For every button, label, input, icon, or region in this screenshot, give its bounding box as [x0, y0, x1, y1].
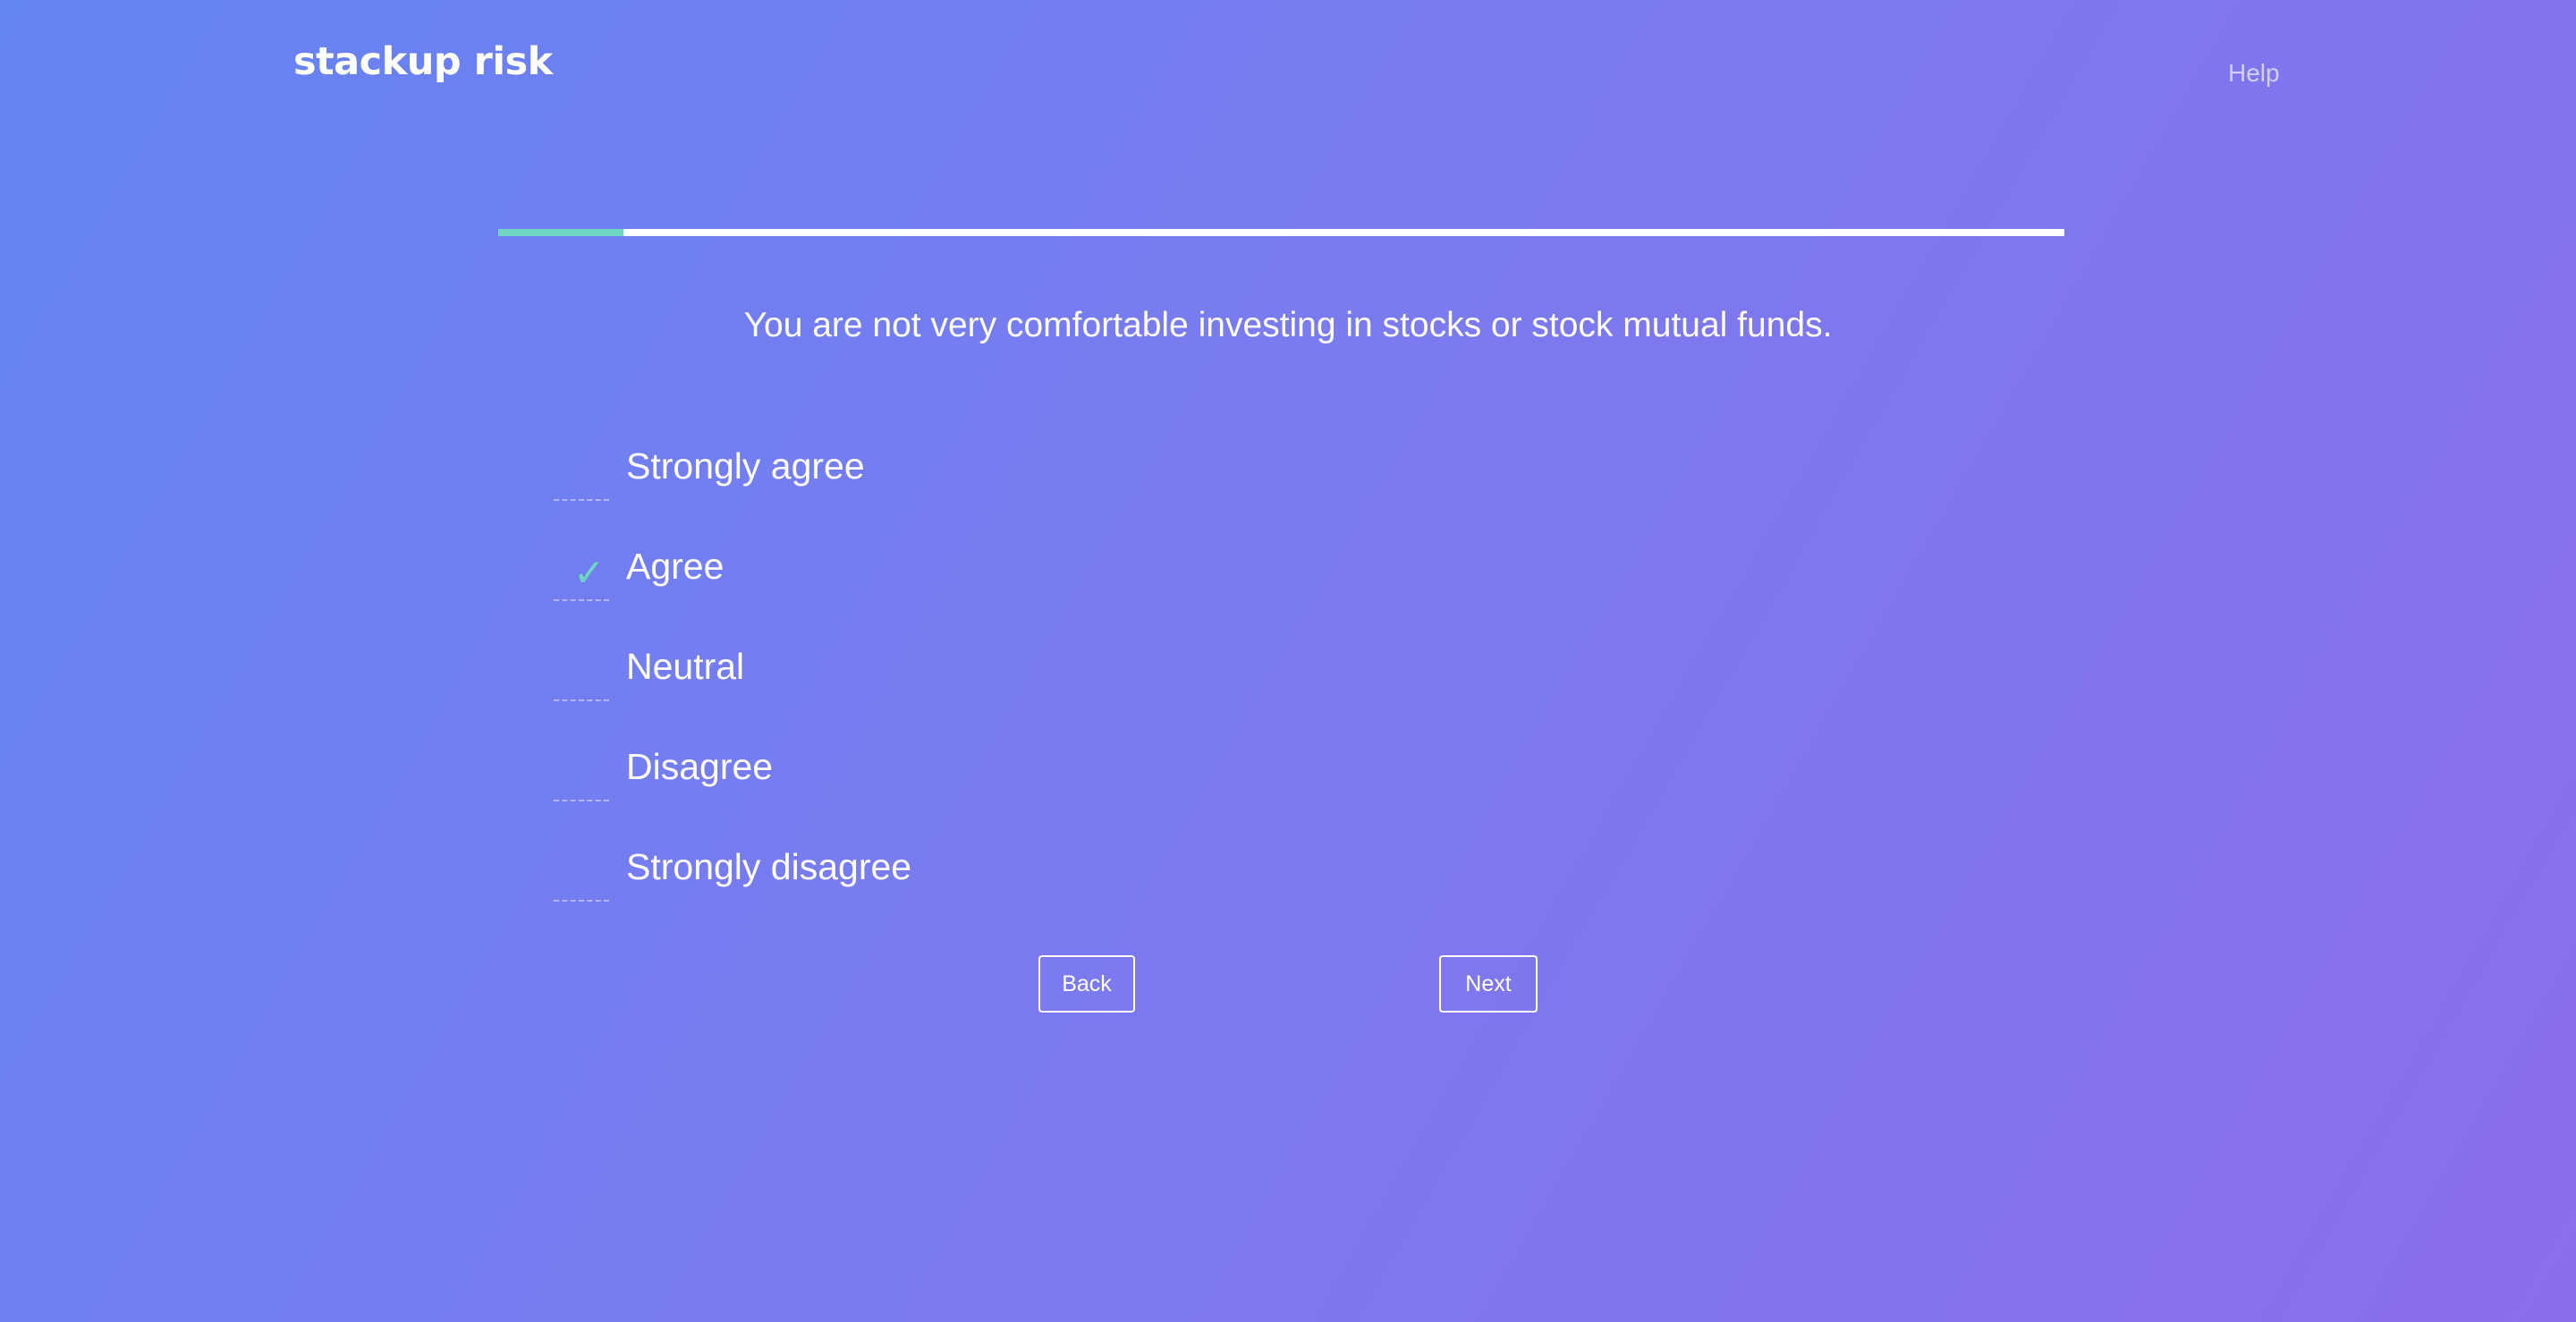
option-marker [554, 830, 609, 902]
option-disagree[interactable]: Disagree [554, 730, 1627, 830]
option-label: Agree [626, 546, 724, 587]
answer-options: Strongly agree ✓ Agree Neutral Disagree … [554, 429, 1627, 930]
option-label: Disagree [626, 746, 774, 787]
question-text: You are not very comfortable investing i… [743, 306, 1833, 344]
next-button[interactable]: Next [1439, 955, 1538, 1013]
option-label: Strongly agree [626, 445, 865, 487]
option-strongly-agree[interactable]: Strongly agree [554, 429, 1627, 530]
option-neutral[interactable]: Neutral [554, 630, 1627, 730]
option-label: Neutral [626, 646, 745, 687]
progress-bar-fill [498, 229, 624, 236]
option-label: Strongly disagree [626, 846, 912, 887]
option-marker [554, 730, 609, 801]
back-button[interactable]: Back [1038, 955, 1135, 1013]
option-strongly-disagree[interactable]: Strongly disagree [554, 830, 1627, 930]
option-marker [554, 630, 609, 701]
checkmark-icon: ✓ [573, 551, 606, 595]
option-agree[interactable]: ✓ Agree [554, 530, 1627, 630]
option-marker [554, 429, 609, 501]
progress-bar [498, 229, 2064, 236]
help-link[interactable]: Help [2228, 59, 2280, 88]
app-logo[interactable]: stackup risk [293, 39, 553, 84]
